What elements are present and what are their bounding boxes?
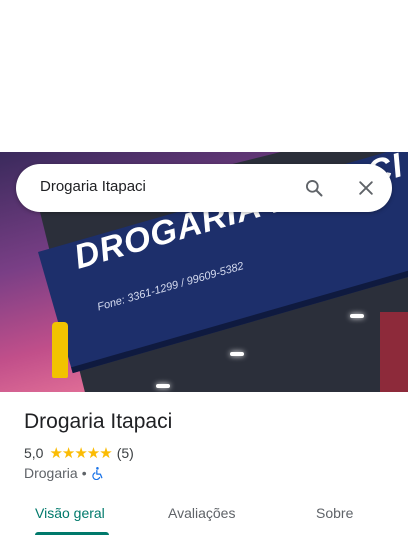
close-icon[interactable] [356, 178, 376, 198]
star-rating-icon: ★★★★★ [49, 445, 112, 462]
search-icon[interactable] [304, 178, 324, 198]
rating-row[interactable]: 5,0 ★★★★★ (5) [24, 444, 134, 462]
tab-overview[interactable]: Visão geral [35, 505, 105, 521]
tab-about[interactable]: Sobre [316, 505, 353, 521]
active-tab-indicator [35, 532, 109, 535]
rating-value: 5,0 [24, 445, 44, 461]
pharmacy-lamp-logo [52, 322, 68, 378]
search-input[interactable]: Drogaria Itapaci [40, 178, 146, 195]
search-bar[interactable]: Drogaria Itapaci [16, 164, 392, 212]
place-category[interactable]: Drogaria [24, 465, 78, 481]
wheelchair-accessible-icon [91, 467, 103, 480]
category-row: Drogaria • [24, 465, 105, 481]
ceiling-light [350, 314, 364, 318]
ceiling-light [156, 384, 170, 388]
place-title: Drogaria Itapaci [24, 410, 173, 433]
ceiling-light [230, 352, 244, 356]
tab-bar: Visão geral Avaliações Sobre [0, 495, 408, 535]
tab-reviews[interactable]: Avaliações [168, 505, 235, 521]
neighbor-sign [380, 312, 408, 392]
separator-dot: • [81, 465, 87, 481]
review-count[interactable]: (5) [117, 445, 134, 461]
